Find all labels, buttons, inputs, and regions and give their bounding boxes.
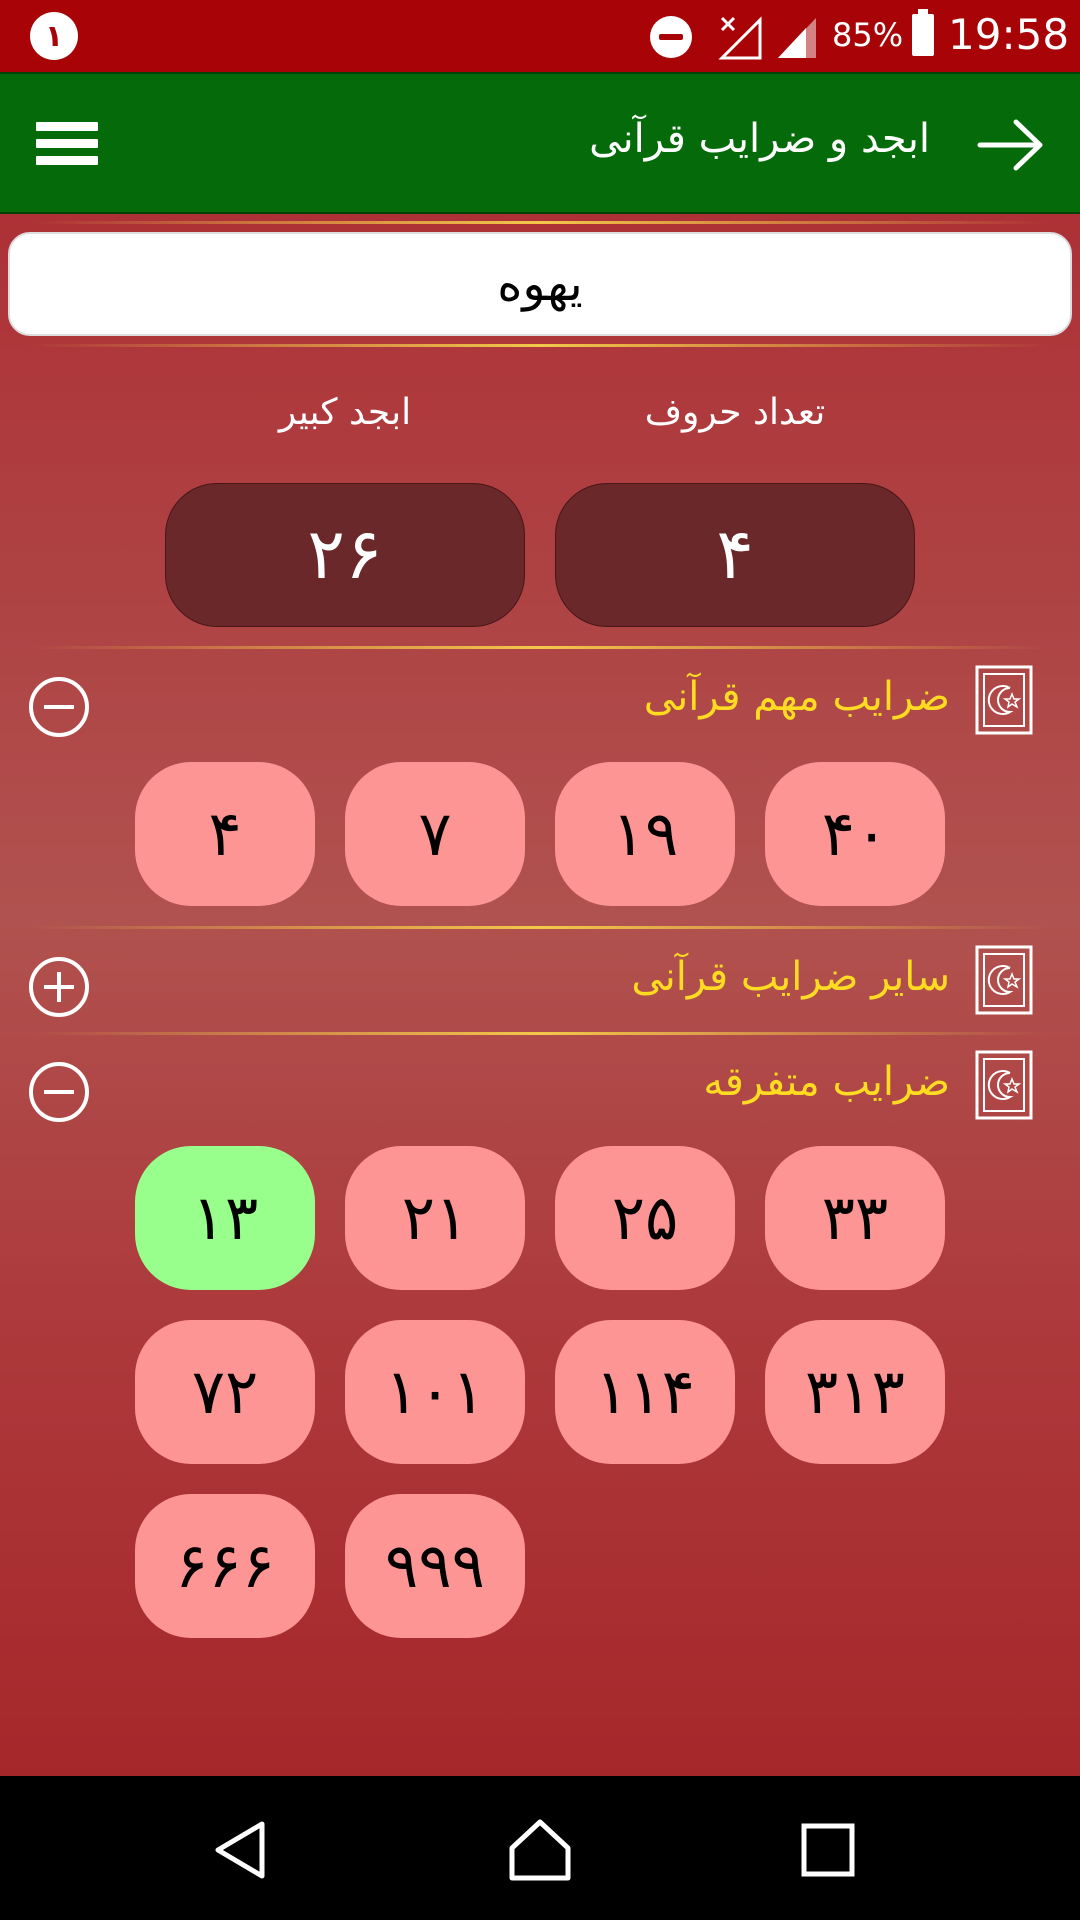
battery-percentage: 85% [832,16,904,54]
divider [30,646,1050,649]
coefficient-button[interactable]: ۶۶۶ [135,1494,315,1638]
divider [30,926,1050,929]
back-triangle-icon[interactable] [210,1818,274,1882]
divider [30,1032,1050,1035]
collapse-minus-icon[interactable] [28,676,90,738]
recent-apps-icon[interactable] [796,1818,860,1882]
signal-strength-icon [778,18,816,58]
hamburger-menu-icon[interactable] [36,122,98,172]
letters-count-value: ۴ [555,483,915,627]
collapse-minus-icon[interactable] [28,1061,90,1123]
system-navigation-bar [0,1776,1080,1920]
expand-plus-icon[interactable] [28,956,90,1018]
section-title: ضرایب مهم قرآنی [643,674,950,720]
notification-badge: ١ [30,12,78,60]
letters-count-label: تعداد حروف [644,392,826,433]
word-input[interactable]: یهوه [8,232,1072,336]
divider [30,221,1050,224]
quran-book-icon [975,945,1033,1015]
quran-book-icon [975,1050,1033,1120]
coefficient-button[interactable]: ۹۹۹ [345,1494,525,1638]
coefficient-button[interactable]: ۱۹ [555,762,735,906]
coefficient-button[interactable]: ۷ [345,762,525,906]
section-title: سایر ضرایب قرآنی [631,954,950,1000]
coefficient-button[interactable]: ۳۱۳ [765,1320,945,1464]
coefficient-button[interactable]: ۱۰۱ [345,1320,525,1464]
abjad-kabir-label: ابجد کبیر [278,392,412,433]
page-title: ابجد و ضرایب قرآنی [589,116,930,162]
abjad-kabir-value: ۲۶ [165,483,525,627]
do-not-disturb-icon [650,16,692,58]
home-icon[interactable] [508,1818,572,1882]
coefficient-button[interactable]: ۴ [135,762,315,906]
coefficient-button-highlighted[interactable]: ۱۳ [135,1146,315,1290]
clock: 19:58 [948,10,1070,59]
quran-book-icon [975,665,1033,735]
arrow-right-icon[interactable] [976,118,1046,172]
coefficient-button[interactable]: ۳۳ [765,1146,945,1290]
section-title: ضرایب متفرقه [703,1059,950,1105]
coefficient-button[interactable]: ۴۰ [765,762,945,906]
section-header-other[interactable]: سایر ضرایب قرآنی [0,944,1080,1024]
coefficient-button[interactable]: ۲۱ [345,1146,525,1290]
app-bar: ابجد و ضرایب قرآنی [0,72,1080,214]
signal-no-service-icon [718,16,762,60]
battery-icon [912,9,934,56]
section-header-important[interactable]: ضرایب مهم قرآنی [0,664,1080,744]
section-header-misc[interactable]: ضرایب متفرقه [0,1049,1080,1129]
divider [30,344,1050,347]
coefficient-button[interactable]: ۲۵ [555,1146,735,1290]
status-bar: ١ 85% 19:58 [0,0,1080,72]
coefficient-button[interactable]: ۷۲ [135,1320,315,1464]
coefficient-button[interactable]: ۱۱۴ [555,1320,735,1464]
